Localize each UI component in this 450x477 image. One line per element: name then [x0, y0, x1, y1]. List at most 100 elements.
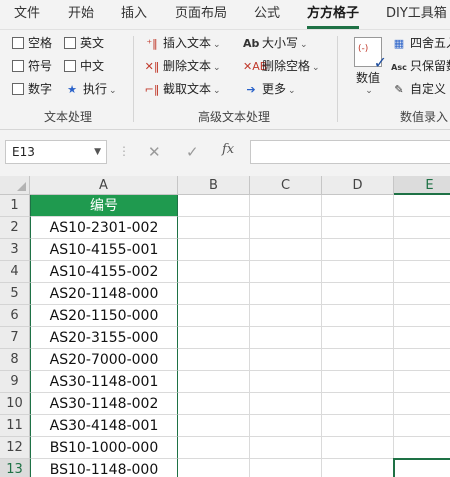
round-button[interactable]: ▦四舍五入: [391, 33, 450, 53]
cell-d11[interactable]: [322, 415, 394, 437]
tab-home[interactable]: 开始: [68, 0, 94, 30]
row-header-3[interactable]: 3: [0, 239, 30, 261]
cell-b1[interactable]: [178, 195, 250, 217]
delete-space-button[interactable]: ✕AB删除空格 ⌄: [243, 56, 320, 76]
column-header-b[interactable]: B: [178, 176, 250, 195]
cell-e1[interactable]: [394, 195, 450, 217]
column-header-a[interactable]: A: [30, 176, 178, 195]
formula-input[interactable]: [250, 140, 450, 164]
cell-d3[interactable]: [322, 239, 394, 261]
tab-file[interactable]: 文件: [14, 0, 40, 30]
cell-b5[interactable]: [178, 283, 250, 305]
cell-a4[interactable]: AS10-4155-002: [30, 261, 178, 283]
cell-e8[interactable]: [394, 349, 450, 371]
cell-c5[interactable]: [250, 283, 322, 305]
cell-c8[interactable]: [250, 349, 322, 371]
cell-a9[interactable]: AS30-1148-001: [30, 371, 178, 393]
cell-e11[interactable]: [394, 415, 450, 437]
cell-e12[interactable]: [394, 437, 450, 459]
checkbox-icon[interactable]: [64, 60, 76, 72]
checkbox-english[interactable]: 英文: [64, 33, 104, 53]
cell-d2[interactable]: [322, 217, 394, 239]
cell-b10[interactable]: [178, 393, 250, 415]
cell-b12[interactable]: [178, 437, 250, 459]
checkbox-space[interactable]: 空格: [12, 33, 52, 53]
cell-e6[interactable]: [394, 305, 450, 327]
tab-page-layout[interactable]: 页面布局: [175, 0, 227, 30]
row-header-8[interactable]: 8: [0, 349, 30, 371]
value-button[interactable]: 数值 ⌄: [348, 33, 388, 105]
row-header-9[interactable]: 9: [0, 371, 30, 393]
select-all-button[interactable]: [0, 176, 30, 195]
name-box[interactable]: E13 ▼: [5, 140, 107, 164]
cell-c9[interactable]: [250, 371, 322, 393]
tab-insert[interactable]: 插入: [121, 0, 147, 30]
cell-b4[interactable]: [178, 261, 250, 283]
cell-d8[interactable]: [322, 349, 394, 371]
chevron-down-icon[interactable]: ▼: [94, 141, 101, 163]
cell-c4[interactable]: [250, 261, 322, 283]
spreadsheet-grid[interactable]: A B C D E 1 编号 2 AS10-2301-002 3 AS10-4155-001 4 AS1…: [0, 176, 450, 477]
cell-e4[interactable]: [394, 261, 450, 283]
cell-d1[interactable]: [322, 195, 394, 217]
row-header-1[interactable]: 1: [0, 195, 30, 217]
cell-c2[interactable]: [250, 217, 322, 239]
checkbox-number[interactable]: 数字: [12, 79, 52, 99]
cell-e2[interactable]: [394, 217, 450, 239]
cell-e13[interactable]: [394, 459, 450, 477]
cell-c6[interactable]: [250, 305, 322, 327]
cell-a13[interactable]: BS10-1148-000: [30, 459, 178, 477]
row-header-6[interactable]: 6: [0, 305, 30, 327]
row-header-2[interactable]: 2: [0, 217, 30, 239]
cancel-icon[interactable]: ✕: [148, 143, 161, 161]
cell-b7[interactable]: [178, 327, 250, 349]
cell-b3[interactable]: [178, 239, 250, 261]
checkbox-icon[interactable]: [12, 37, 24, 49]
row-header-4[interactable]: 4: [0, 261, 30, 283]
cell-b2[interactable]: [178, 217, 250, 239]
column-header-c[interactable]: C: [250, 176, 322, 195]
checkbox-symbol[interactable]: 符号: [12, 56, 52, 76]
cell-b9[interactable]: [178, 371, 250, 393]
cell-b8[interactable]: [178, 349, 250, 371]
cell-d5[interactable]: [322, 283, 394, 305]
cell-d13[interactable]: [322, 459, 394, 477]
cell-a3[interactable]: AS10-4155-001: [30, 239, 178, 261]
checkbox-icon[interactable]: [64, 37, 76, 49]
tab-diy-toolbox[interactable]: DIY工具箱: [386, 0, 447, 30]
cell-a2[interactable]: AS10-2301-002: [30, 217, 178, 239]
cell-c11[interactable]: [250, 415, 322, 437]
more-button[interactable]: ➔ 更多 ⌄: [243, 79, 295, 99]
custom-button[interactable]: ✎ 自定义: [391, 79, 446, 99]
row-header-7[interactable]: 7: [0, 327, 30, 349]
cell-e9[interactable]: [394, 371, 450, 393]
cell-e5[interactable]: [394, 283, 450, 305]
row-header-12[interactable]: 12: [0, 437, 30, 459]
extract-text-button[interactable]: ⌐‖ 截取文本 ⌄: [144, 79, 221, 99]
cell-c12[interactable]: [250, 437, 322, 459]
case-button[interactable]: Ab 大小写 ⌄: [243, 33, 308, 53]
confirm-icon[interactable]: ✓: [186, 143, 199, 161]
cell-b11[interactable]: [178, 415, 250, 437]
tab-formulas[interactable]: 公式: [254, 0, 280, 30]
checkbox-icon[interactable]: [12, 60, 24, 72]
cell-a12[interactable]: BS10-1000-000: [30, 437, 178, 459]
insert-function-icon[interactable]: fx: [222, 142, 234, 157]
cell-d9[interactable]: [322, 371, 394, 393]
cell-e7[interactable]: [394, 327, 450, 349]
cell-c10[interactable]: [250, 393, 322, 415]
cell-e10[interactable]: [394, 393, 450, 415]
cell-a6[interactable]: AS20-1150-000: [30, 305, 178, 327]
drag-handle-icon[interactable]: ⋮: [118, 144, 130, 158]
cell-e3[interactable]: [394, 239, 450, 261]
cell-c7[interactable]: [250, 327, 322, 349]
cell-a5[interactable]: AS20-1148-000: [30, 283, 178, 305]
cell-c1[interactable]: [250, 195, 322, 217]
cell-d12[interactable]: [322, 437, 394, 459]
cell-a1[interactable]: 编号: [30, 195, 178, 217]
cell-a7[interactable]: AS20-3155-000: [30, 327, 178, 349]
execute-button[interactable]: ★ 执行 ⌄: [64, 79, 117, 99]
checkbox-chinese[interactable]: 中文: [64, 56, 104, 76]
cell-c13[interactable]: [250, 459, 322, 477]
cell-d10[interactable]: [322, 393, 394, 415]
